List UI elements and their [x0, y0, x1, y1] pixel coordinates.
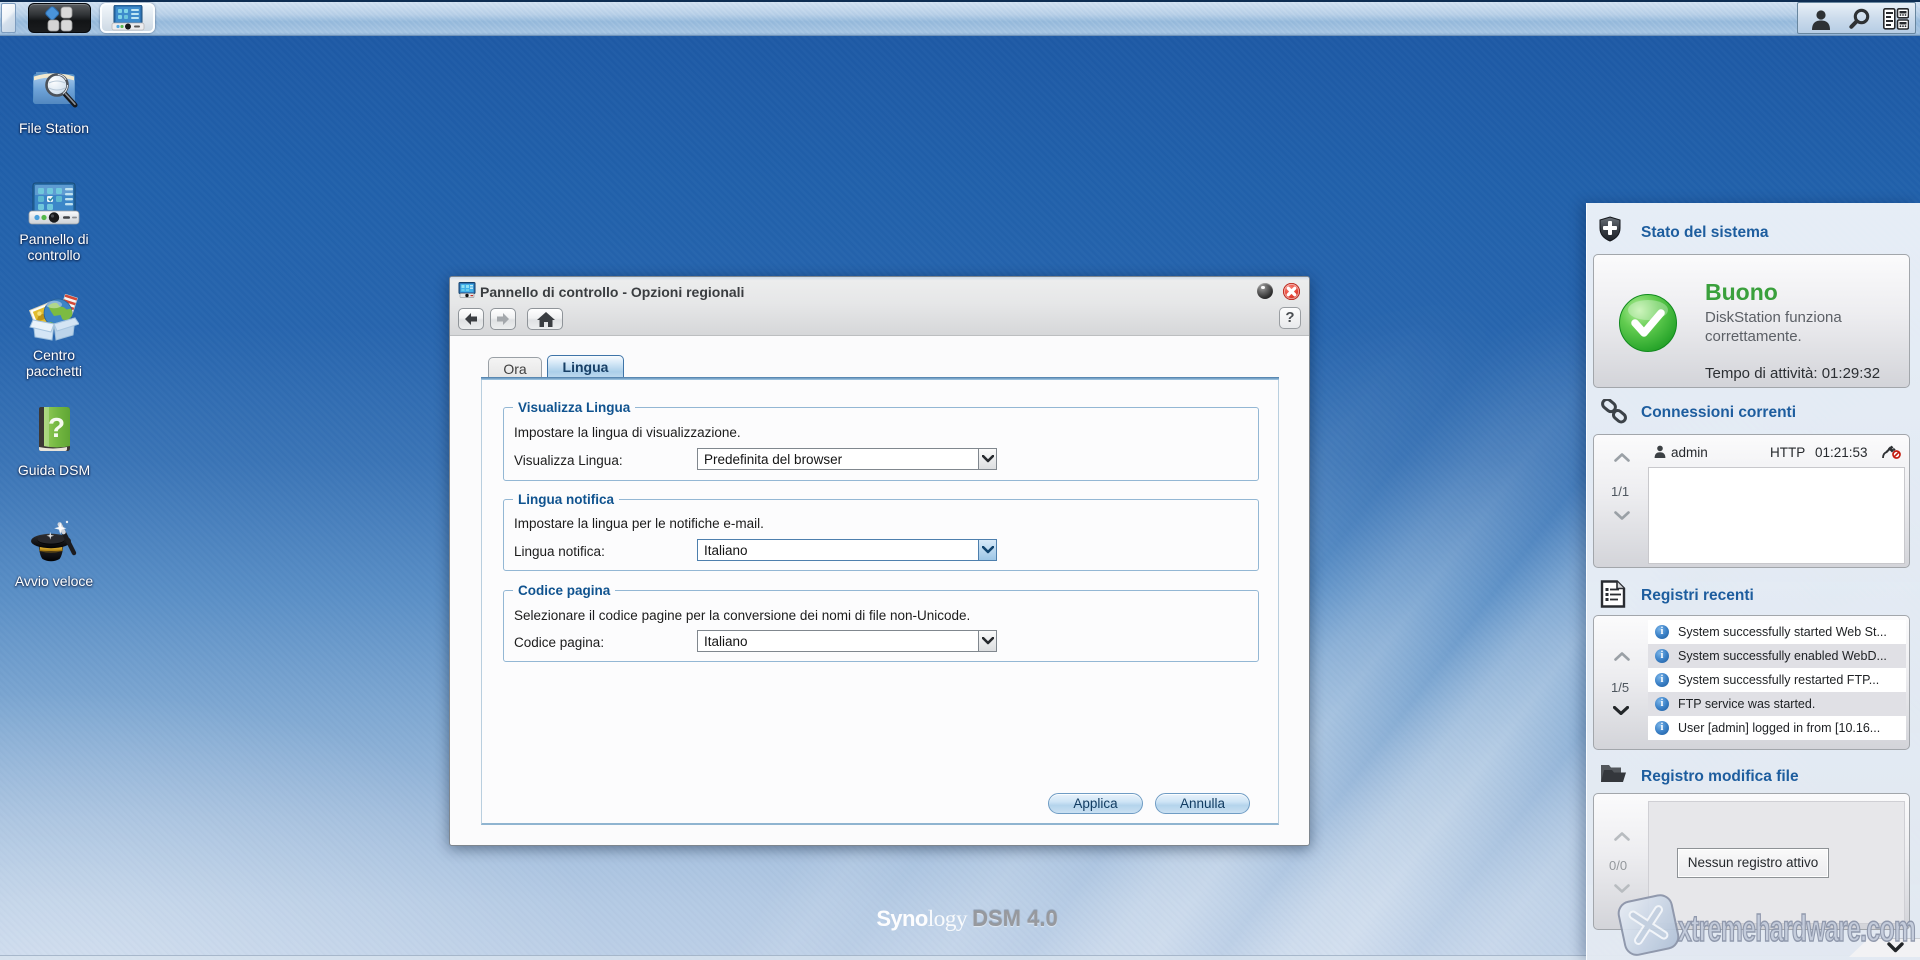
svg-text:?: ? — [48, 412, 65, 443]
